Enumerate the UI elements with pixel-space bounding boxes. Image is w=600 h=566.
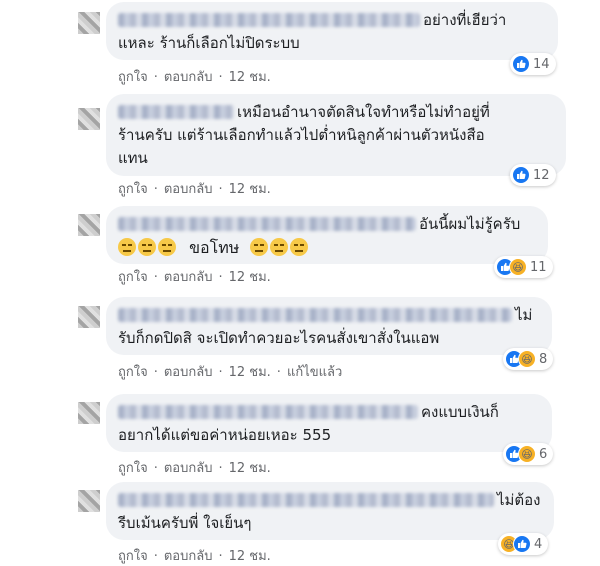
blurred-author-name [118, 105, 234, 119]
comment-text-line: แหละ ร้านก็เลือกไม่ปิดระบบ [118, 34, 300, 52]
comment-actions: ถูกใจ · ตอบกลับ · 12 ชม. · แก้ไขแล้ว [118, 361, 342, 382]
timestamp[interactable]: 12 ชม. [229, 457, 271, 478]
comment-bubble: อย่างที่เฮียว่า แหละ ร้านก็เลือกไม่ปิดระ… [106, 2, 558, 60]
like-link[interactable]: ถูกใจ [118, 178, 148, 199]
reaction-summary[interactable]: 😆 4 [498, 533, 549, 555]
laughing-face-icon: 😆 [509, 258, 527, 276]
like-link[interactable]: ถูกใจ [118, 266, 148, 287]
comment-text-line: คงแบบเงินก็ [421, 403, 499, 421]
reaction-count: 12 [533, 167, 550, 183]
comment-text-line: อยากได้แต่ขอค่าหน่อยเหอะ 555 [118, 426, 332, 444]
reply-link[interactable]: ตอบกลับ [164, 266, 213, 287]
thumbs-up-icon [512, 55, 530, 73]
blurred-author-name [118, 13, 420, 27]
timestamp[interactable]: 12 ชม. [229, 545, 271, 566]
avatar[interactable] [78, 402, 100, 424]
reaction-count: 11 [530, 259, 547, 275]
reaction-summary[interactable]: 12 [510, 164, 556, 186]
timestamp[interactable]: 12 ชม. [229, 266, 271, 287]
avatar[interactable] [78, 108, 100, 130]
reply-link[interactable]: ตอบกลับ [164, 457, 213, 478]
reaction-summary[interactable]: 😆 6 [503, 443, 554, 465]
comment-bubble: ไม่ต้อง รีบเม้นครับพี่ ใจเย็นๆ [106, 482, 554, 540]
thumbs-up-icon [512, 166, 530, 184]
reaction-summary[interactable]: 😆 11 [494, 256, 553, 278]
comment-text-line: เหมือนอำนาจตัดสินใจทำหรือไม่ทำอยู่ที่ [237, 103, 490, 121]
comment-actions: ถูกใจ · ตอบกลับ · 12 ชม. [118, 457, 271, 478]
reaction-summary[interactable]: 14 [510, 53, 556, 75]
expressionless-face-icon [118, 238, 136, 256]
laughing-face-icon: 😆 [518, 445, 536, 463]
blurred-author-name [118, 493, 494, 507]
avatar[interactable] [78, 306, 100, 328]
comment-actions: ถูกใจ · ตอบกลับ · 12 ชม. [118, 545, 271, 566]
comment-text-line: รีบเม้นครับพี่ ใจเย็นๆ [118, 514, 252, 532]
expressionless-face-icon [270, 238, 289, 256]
expressionless-face-icon [158, 238, 176, 256]
reply-link[interactable]: ตอบกลับ [164, 545, 213, 566]
avatar[interactable] [78, 490, 100, 512]
comment-text-line: แทน [118, 149, 148, 167]
comment-text-line: อย่างที่เฮียว่า [423, 11, 507, 29]
reply-link[interactable]: ตอบกลับ [164, 66, 213, 87]
blurred-author-name [118, 308, 512, 322]
comment-text-line: รับก็กดปิดสิ จะเปิดทำควยอะไรคนสั่งเขาสั่… [118, 329, 440, 347]
comment-actions: ถูกใจ · ตอบกลับ · 12 ชม. [118, 66, 271, 87]
expressionless-face-icon [138, 238, 156, 256]
avatar[interactable] [78, 214, 100, 236]
comment-actions: ถูกใจ · ตอบกลับ · 12 ชม. [118, 266, 271, 287]
comment-text-line: อันนี้ผมไม่รู้ครับ [419, 215, 521, 233]
timestamp[interactable]: 12 ชม. [229, 361, 271, 382]
comment-text-line: ไม่ต้อง [497, 491, 541, 509]
edited-label[interactable]: แก้ไขแล้ว [287, 361, 342, 382]
thumbs-up-icon [513, 535, 531, 553]
timestamp[interactable]: 12 ชม. [229, 178, 271, 199]
reaction-count: 6 [539, 446, 548, 462]
reaction-count: 4 [534, 536, 543, 552]
comment-bubble: อันนี้ผมไม่รู้ครับ ขอโทษ [106, 206, 548, 264]
comment-text-line: ขอโทษ [189, 238, 240, 257]
comment-bubble: ไม่ รับก็กดปิดสิ จะเปิดทำควยอะไรคนสั่งเข… [106, 297, 552, 355]
like-link[interactable]: ถูกใจ [118, 457, 148, 478]
comment-text-line: ร้านครับ แต่ร้านเลือกทำแล้วไปต่ำหนิลูกค้… [118, 126, 485, 144]
reaction-summary[interactable]: 😆 8 [503, 348, 554, 370]
reaction-count: 14 [533, 56, 550, 72]
blurred-author-name [118, 217, 416, 231]
comment-bubble: เหมือนอำนาจตัดสินใจทำหรือไม่ทำอยู่ที่ ร้… [106, 94, 566, 176]
like-link[interactable]: ถูกใจ [118, 545, 148, 566]
blurred-author-name [118, 405, 418, 419]
comment-bubble: คงแบบเงินก็ อยากได้แต่ขอค่าหน่อยเหอะ 555 [106, 394, 552, 452]
like-link[interactable]: ถูกใจ [118, 361, 148, 382]
expressionless-face-icon [250, 238, 269, 256]
laughing-face-icon: 😆 [518, 350, 536, 368]
like-link[interactable]: ถูกใจ [118, 66, 148, 87]
reply-link[interactable]: ตอบกลับ [164, 361, 213, 382]
comment-actions: ถูกใจ · ตอบกลับ · 12 ชม. [118, 178, 271, 199]
reaction-count: 8 [539, 351, 548, 367]
expressionless-face-icon [290, 238, 309, 256]
reply-link[interactable]: ตอบกลับ [164, 178, 213, 199]
avatar[interactable] [78, 12, 100, 34]
timestamp[interactable]: 12 ชม. [229, 66, 271, 87]
comment-text-line: ไม่ [515, 306, 533, 324]
